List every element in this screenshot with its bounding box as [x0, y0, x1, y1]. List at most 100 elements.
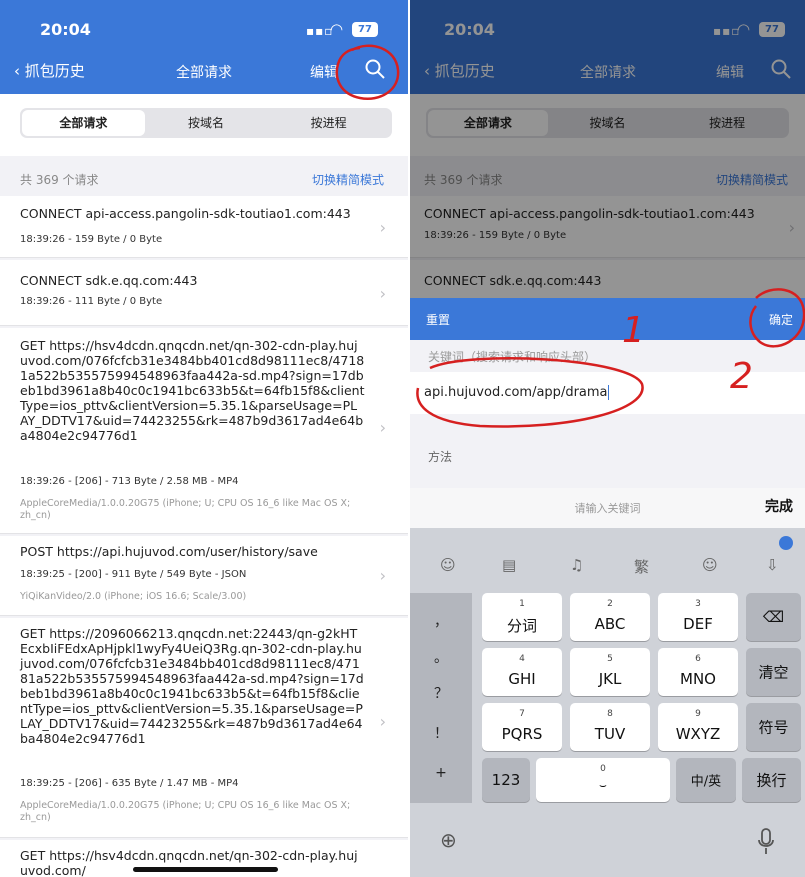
microphone-icon[interactable]: [757, 828, 775, 856]
collapse-keyboard-icon[interactable]: ⇩: [766, 556, 779, 574]
nav-title: 全部请求: [176, 65, 232, 81]
key-number: 2: [607, 599, 613, 609]
key-1[interactable]: 1 分词: [482, 593, 562, 641]
punct-key[interactable]: +: [410, 765, 472, 781]
key-4[interactable]: 4 GHI: [482, 648, 562, 696]
numbers-key[interactable]: 123: [482, 758, 530, 802]
key-number: 1: [519, 599, 525, 609]
key-label: PQRS: [501, 725, 543, 743]
emoji-toolbar-icon[interactable]: ☺: [440, 556, 456, 574]
space-key[interactable]: 0 ⌣: [536, 758, 670, 802]
request-row[interactable]: GET https://2096066213.qnqcdn.net:22443/…: [0, 618, 408, 838]
punct-key[interactable]: ！: [410, 723, 472, 743]
punct-key[interactable]: ，: [410, 611, 472, 631]
confirm-button[interactable]: 确定: [769, 311, 793, 328]
home-indicator: [133, 867, 278, 872]
key-label: 分词: [506, 617, 537, 635]
delete-key[interactable]: ⌫: [746, 593, 801, 641]
left-phone-screen: 20:04 ▪▪▫ ◠ 77 ‹ 抓包历史 全部请求 编辑 全部请求 按域名 按…: [0, 0, 408, 877]
keyword-placeholder: 请输入关键词: [574, 502, 641, 515]
right-phone-screen: 20:04 ▪▪▫ ◠ 77 ‹ 抓包历史 全部请求 编辑 全部请求 按域名 按…: [410, 0, 805, 877]
request-meta: 18:39:26 - 111 Byte / 0 Byte: [20, 296, 163, 307]
voice-icon[interactable]: ♫: [570, 556, 583, 574]
reset-button[interactable]: 重置: [426, 311, 450, 328]
clear-key-label: 清空: [758, 663, 789, 682]
request-user-agent: AppleCoreMedia/1.0.0.20G75 (iPhone; U; C…: [20, 800, 351, 823]
request-row[interactable]: POST https://api.hujuvod.com/user/histor…: [0, 536, 408, 616]
key-7[interactable]: 7 PQRS: [482, 703, 562, 751]
keyword-input[interactable]: api.hujuvod.com/app/drama: [410, 372, 805, 414]
chevron-right-icon: ›: [379, 418, 386, 437]
globe-icon[interactable]: ⊕: [440, 828, 457, 852]
key-label: MNO: [680, 670, 716, 688]
ios-keyboard: 请输入关键词 完成 ☺ ▤ ♫ 繁 ☺ ⇩ ， 。 ？ ！ + 1 分词 2 ABC…: [410, 488, 805, 877]
request-row[interactable]: CONNECT api-access.pangolin-sdk-toutiao1…: [0, 196, 408, 258]
key-label: TUV: [594, 725, 626, 743]
chevron-right-icon: ›: [379, 284, 386, 303]
key-number: 9: [695, 709, 701, 719]
segment-bar: 全部请求 按域名 按进程: [0, 94, 408, 156]
key-3[interactable]: 3 DEF: [658, 593, 738, 641]
request-count: 共 369 个请求: [20, 173, 99, 187]
request-url: CONNECT api-access.pangolin-sdk-toutiao1…: [20, 206, 351, 221]
request-row[interactable]: CONNECT sdk.e.qq.com:443 18:39:26 - 111 …: [0, 260, 408, 326]
emoji-icon[interactable]: ☺: [702, 556, 718, 574]
request-meta: 18:39:26 - [206] - 713 Byte / 2.58 MB - …: [20, 476, 239, 487]
symbols-key-label: 符号: [758, 718, 789, 737]
status-time: 20:04: [40, 20, 91, 39]
battery-icon: 77: [352, 22, 378, 37]
key-number: 4: [519, 654, 525, 664]
numbers-key-label: 123: [491, 771, 521, 789]
filter-toolbar: 重置 确定: [410, 298, 805, 340]
traditional-chinese-toggle[interactable]: 繁: [634, 556, 649, 577]
key-label: DEF: [683, 615, 713, 633]
clear-key[interactable]: 清空: [746, 648, 801, 696]
punct-key[interactable]: 。: [410, 647, 472, 667]
search-icon[interactable]: [364, 58, 386, 80]
key-number: 0: [600, 764, 606, 774]
chevron-right-icon: ›: [379, 566, 386, 585]
punct-key[interactable]: ？: [410, 683, 472, 703]
key-8[interactable]: 8 TUV: [570, 703, 650, 751]
request-url: GET https://2096066213.qnqcdn.net:22443/…: [20, 626, 364, 746]
wifi-icon: ◠: [330, 20, 344, 38]
key-2[interactable]: 2 ABC: [570, 593, 650, 641]
simple-mode-link[interactable]: 切换精简模式: [312, 171, 384, 188]
key-5[interactable]: 5 JKL: [570, 648, 650, 696]
key-label: JKL: [598, 670, 622, 688]
delete-icon: ⌫: [762, 608, 785, 626]
key-number: 6: [695, 654, 701, 664]
tab-all-requests[interactable]: 全部请求: [22, 110, 145, 136]
key-6[interactable]: 6 MNO: [658, 648, 738, 696]
newline-key[interactable]: 换行: [742, 758, 801, 802]
request-meta: 18:39:26 - 159 Byte / 0 Byte: [20, 234, 163, 245]
segmented-control: 全部请求 按域名 按进程: [20, 108, 392, 138]
key-9[interactable]: 9 WXYZ: [658, 703, 738, 751]
back-button[interactable]: ‹ 抓包历史: [14, 60, 85, 81]
symbols-key[interactable]: 符号: [746, 703, 801, 751]
request-url: POST https://api.hujuvod.com/user/histor…: [20, 544, 318, 559]
language-key-label: 中/英: [690, 774, 722, 790]
request-url: GET https://hsv4dcdn.qnqcdn.net/qn-302-c…: [20, 848, 358, 877]
key-number: 7: [519, 709, 525, 719]
edit-button[interactable]: 编辑: [310, 62, 338, 82]
microphone-small-icon: ⌣: [599, 778, 607, 792]
chevron-right-icon: ›: [379, 712, 386, 731]
back-label: 抓包历史: [24, 62, 85, 80]
keyboard-accessory-bar: 请输入关键词 完成: [410, 488, 805, 528]
method-label: 方法: [428, 450, 453, 464]
nav-header: 20:04 ▪▪▫ ◠ 77 ‹ 抓包历史 全部请求 编辑: [0, 0, 408, 94]
tab-by-process[interactable]: 按进程: [267, 110, 390, 136]
request-meta: 18:39:25 - [206] - 635 Byte / 1.47 MB - …: [20, 778, 239, 789]
done-button[interactable]: 完成: [765, 496, 793, 516]
dictation-indicator-icon: [779, 536, 793, 550]
clipboard-icon[interactable]: ▤: [502, 556, 516, 574]
request-row[interactable]: GET https://hsv4dcdn.qnqcdn.net/qn-302-c…: [0, 328, 408, 534]
key-number: 3: [695, 599, 701, 609]
tab-by-domain[interactable]: 按域名: [145, 110, 268, 136]
request-user-agent: AppleCoreMedia/1.0.0.20G75 (iPhone; U; C…: [20, 498, 351, 521]
request-url: GET https://hsv4dcdn.qnqcdn.net/qn-302-c…: [20, 338, 365, 443]
request-meta: 18:39:25 - [200] - 911 Byte / 549 Byte -…: [20, 569, 247, 580]
filter-panel: 重置 确定 关键词（搜索请求和响应头部） api.hujuvod.com/app…: [410, 298, 805, 488]
language-switch-key[interactable]: 中/英: [676, 758, 736, 802]
